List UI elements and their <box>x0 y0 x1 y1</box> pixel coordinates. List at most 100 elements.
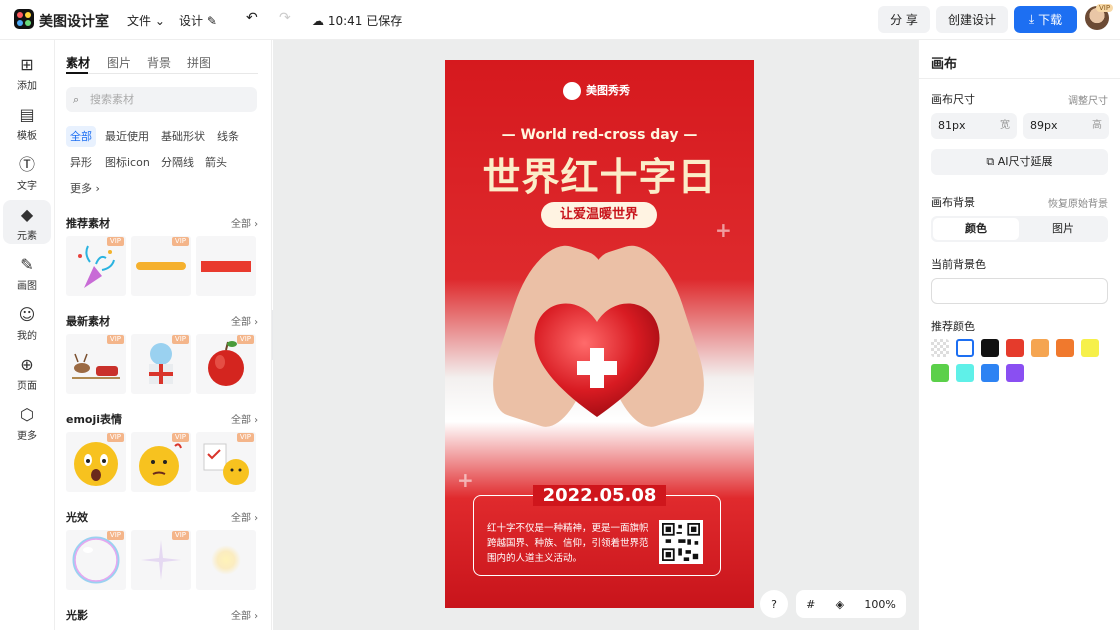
material-tile-glow[interactable] <box>196 530 256 590</box>
cube-icon: ⬡ <box>20 405 34 424</box>
section-title-recommended: 推荐素材 <box>66 217 110 230</box>
material-tile-party-popper[interactable]: VIP <box>66 236 126 296</box>
create-design-button[interactable]: 创建设计 <box>936 6 1008 33</box>
zoom-level[interactable]: 100% <box>864 598 895 611</box>
heart-cross-icon <box>534 303 660 417</box>
ai-extend-button[interactable]: ⧉ AI尺寸延展 <box>931 149 1108 175</box>
chip-special-shapes[interactable]: 异形 <box>66 152 96 173</box>
material-tile-brush-stroke[interactable]: VIP <box>131 236 191 296</box>
nav-mine[interactable]: ☺ 我的 <box>3 300 51 344</box>
layers-icon[interactable]: ◈ <box>836 598 844 611</box>
section-title-light-shadow: 光影 <box>66 609 88 622</box>
tab-underline <box>66 72 88 74</box>
chip-lines[interactable]: 线条 <box>213 126 243 147</box>
vip-badge: VIP <box>236 433 254 442</box>
poster-body-text: 红十字不仅是一种精神，更是一面旗帜跨越国界、种族、信仰，引领着世界范围内的人道主… <box>487 523 649 564</box>
nav-elements[interactable]: ◆ 元素 <box>3 200 51 244</box>
color-swatch[interactable] <box>981 339 999 357</box>
vip-badge: VIP <box>1096 4 1114 12</box>
nav-draw[interactable]: ✎ 画图 <box>3 250 51 294</box>
red-bar-shape <box>201 261 251 272</box>
color-swatch[interactable] <box>1006 339 1024 357</box>
vip-badge: VIP <box>106 531 124 540</box>
color-swatch[interactable] <box>931 364 949 382</box>
poster-logo: 美图秀秀 <box>563 82 630 100</box>
see-all-link[interactable]: 全部 › <box>231 313 258 328</box>
poster-subtitle: — World red-cross day — <box>501 127 698 143</box>
tab-collage[interactable]: 拼图 <box>187 54 211 71</box>
color-swatch[interactable] <box>956 339 974 357</box>
share-button[interactable]: 分 享 <box>878 6 930 33</box>
material-tile-gift-globe[interactable]: VIP <box>131 334 191 394</box>
glow-shape <box>211 545 241 575</box>
section-title-latest: 最新素材 <box>66 315 110 328</box>
chip-all[interactable]: 全部 <box>66 126 96 147</box>
tab-divider <box>66 73 258 74</box>
design-menu[interactable]: 设计 ✎ <box>179 12 217 29</box>
save-status: ☁ 10:41 已保存 <box>312 14 403 28</box>
material-tile-bubble[interactable]: VIP <box>66 530 126 590</box>
search-input[interactable]: ⌕ 搜索素材 <box>66 87 257 112</box>
grid-icon[interactable]: # <box>806 598 815 611</box>
color-swatch[interactable] <box>981 364 999 382</box>
vip-badge: VIP <box>171 335 189 344</box>
color-swatch[interactable] <box>1031 339 1049 357</box>
canvas-size-label: 画布尺寸 <box>931 93 975 106</box>
nav-text[interactable]: Ⓣ 文字 <box>3 150 51 194</box>
brush-stroke-shape <box>136 262 186 270</box>
chip-icons[interactable]: 图标icon <box>101 152 154 173</box>
vip-badge: VIP <box>171 433 189 442</box>
left-nav: ⊞ 添加 ▤ 模板 Ⓣ 文字 ◆ 元素 ✎ 画图 ☺ 我的 ⊕ 页面 ⬡ 更多 <box>0 40 55 630</box>
poster-canvas[interactable]: 美图秀秀 — World red-cross day — 世界红十字日 让爱温暖… <box>445 60 754 608</box>
material-tile-reindeer-sleigh[interactable]: VIP <box>66 334 126 394</box>
see-all-link[interactable]: 全部 › <box>231 607 258 622</box>
color-swatch[interactable] <box>1006 364 1024 382</box>
see-all-link[interactable]: 全部 › <box>231 509 258 524</box>
text-icon: Ⓣ <box>18 155 35 174</box>
tab-color[interactable]: 颜色 <box>933 218 1019 240</box>
nav-add[interactable]: ⊞ 添加 <box>3 50 51 94</box>
material-tile-emoji-scared[interactable]: VIP <box>66 432 126 492</box>
color-swatch[interactable] <box>1081 339 1099 357</box>
chip-recent[interactable]: 最近使用 <box>101 126 153 147</box>
meitu-logo-icon <box>563 82 581 100</box>
chip-arrows[interactable]: 箭头 <box>201 152 231 173</box>
see-all-link[interactable]: 全部 › <box>231 411 258 426</box>
nav-template[interactable]: ▤ 模板 <box>3 100 51 144</box>
see-all-link[interactable]: 全部 › <box>231 215 258 230</box>
chip-basic-shapes[interactable]: 基础形状 <box>157 126 209 147</box>
undo-icon[interactable]: ↶ <box>246 10 258 26</box>
color-swatch[interactable] <box>1056 339 1074 357</box>
redo-icon[interactable]: ↷ <box>279 10 291 26</box>
nav-more[interactable]: ⬡ 更多 <box>3 400 51 444</box>
help-button[interactable]: ? <box>760 590 788 618</box>
current-color-field[interactable] <box>931 278 1108 304</box>
material-tile-sparkle[interactable]: VIP <box>131 530 191 590</box>
tab-image[interactable]: 图片 <box>107 54 131 71</box>
chip-dividers[interactable]: 分隔线 <box>157 152 198 173</box>
material-tile-emoji-thinking[interactable]: VIP <box>131 432 191 492</box>
color-swatch[interactable] <box>931 339 949 357</box>
adjust-size-link[interactable]: 调整尺寸 <box>1068 92 1108 107</box>
chevron-down-icon: ⌄ <box>154 14 165 28</box>
properties-panel: 画布 画布尺寸 调整尺寸 81px 宽 89px 高 ⧉ AI尺寸延展 画布背景 恢… <box>918 40 1120 630</box>
nav-page[interactable]: ⊕ 页面 <box>3 350 51 394</box>
current-bg-label: 当前背景色 <box>931 258 986 271</box>
chip-more[interactable]: 更多 › <box>66 178 104 199</box>
panel-title: 画布 <box>931 57 958 72</box>
tab-image[interactable]: 图片 <box>1020 218 1106 240</box>
download-button[interactable]: ⤓ 下载 <box>1014 6 1077 33</box>
material-tile-apple[interactable]: VIP <box>196 334 256 394</box>
vip-badge: VIP <box>106 433 124 442</box>
restore-background-link[interactable]: 恢复原始背景 <box>1048 195 1108 210</box>
plus-square-icon: ⊞ <box>20 55 34 74</box>
color-swatch[interactable] <box>956 364 974 382</box>
material-tile-red-bar[interactable] <box>196 236 256 296</box>
tab-material[interactable]: 素材 <box>66 54 90 71</box>
qr-pattern <box>662 523 700 561</box>
width-field[interactable]: 81px 宽 <box>931 113 1017 139</box>
height-field[interactable]: 89px 高 <box>1023 113 1109 139</box>
tab-background[interactable]: 背景 <box>147 54 171 71</box>
material-tile-emoji-checklist[interactable]: VIP <box>196 432 256 492</box>
file-menu[interactable]: 文件 ⌄ <box>127 12 165 29</box>
